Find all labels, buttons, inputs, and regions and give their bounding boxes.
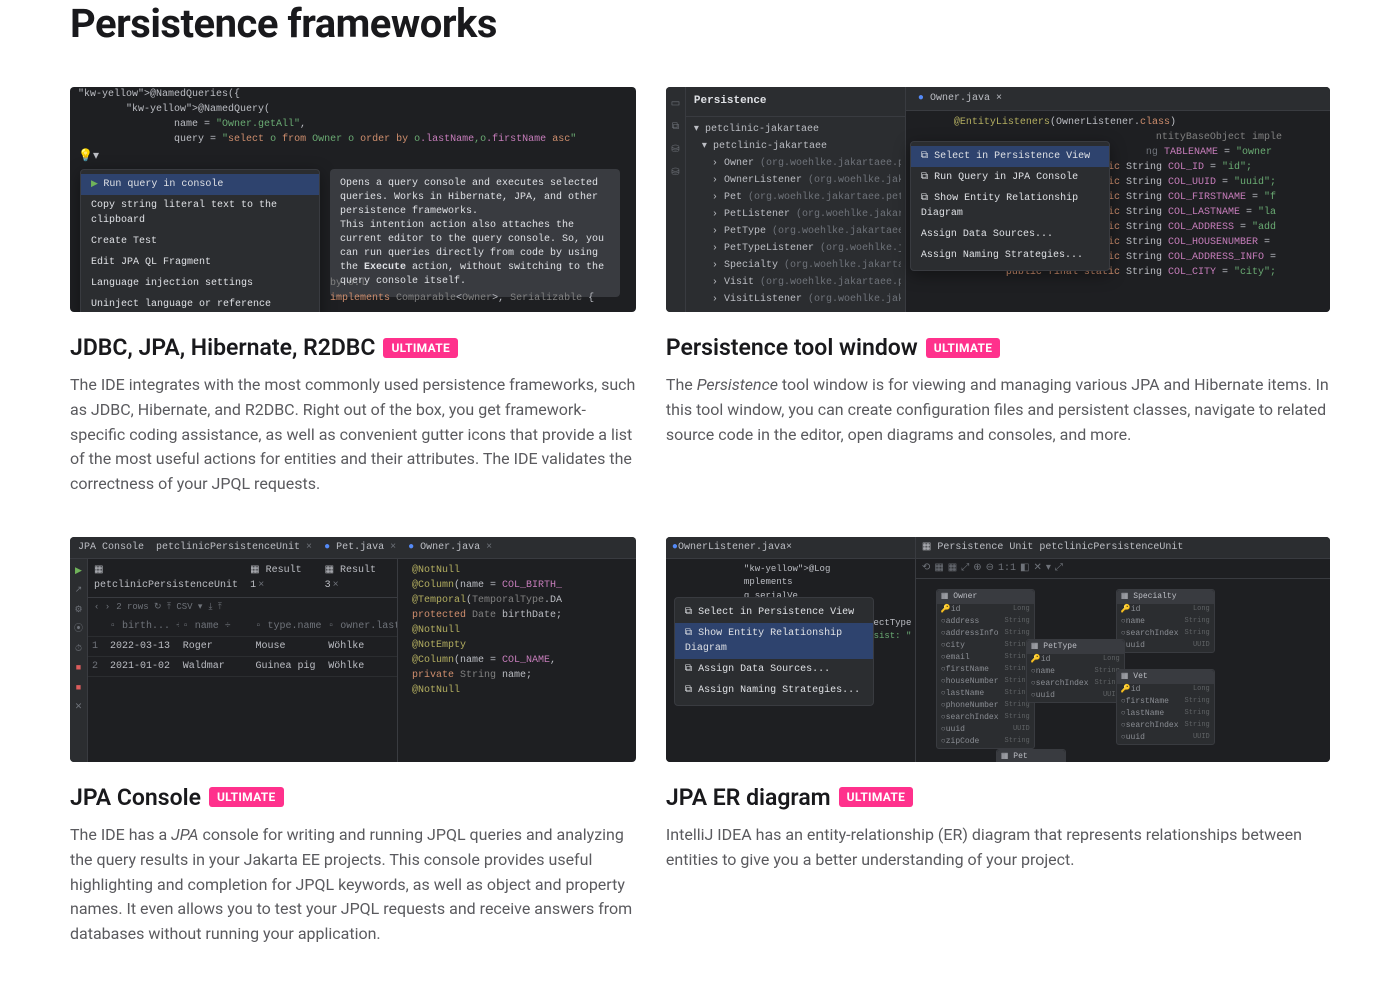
tool-window-bar: ▭⧉⛁⛁ [666, 87, 686, 312]
thumb-persistence: ▭⧉⛁⛁ Persistence ▾ petclinic-jakartaee ▾… [666, 87, 1330, 312]
tree-node[interactable]: › PetTypeListener (org.woehlke.jaka [690, 240, 901, 257]
tree-node[interactable]: ▾ petclinic-jakartaee [690, 121, 901, 138]
entity-box[interactable]: ▦ PetType🔑idLong○nameString○searchIndexS… [1026, 639, 1125, 703]
section-title: Persistence frameworks [70, 0, 1330, 47]
toolbar-button[interactable]: ▦ [934, 561, 943, 576]
intention-menu: Run query in consoleCopy string literal … [80, 169, 320, 312]
feature-grid: "kw-yellow">@NamedQueries({ "kw-yellow">… [70, 87, 1330, 947]
result-tab[interactable]: ▦ petclinicPersistenceUnit [94, 563, 242, 593]
entity-box[interactable]: ▦ Owner🔑idLong○addressString○addressInfo… [936, 589, 1035, 749]
code-tail: by o.l implements Comparable<Owner>, Ser… [330, 276, 628, 306]
run-sidebar: ▶↗⚙⦿⏱■■✕ [70, 559, 88, 762]
context-item[interactable]: ⧉ Run Query in JPA Console [911, 167, 1109, 188]
menu-item[interactable]: Edit JPA QL Fragment [81, 252, 319, 273]
feature-card-jpa-console: JPA Console petclinicPersistenceUnit × ● P… [70, 537, 636, 947]
menu-item[interactable]: Create Test [81, 231, 319, 252]
tree-node[interactable]: › OwnerListener (org.woehlke.jakar [690, 172, 901, 189]
table-row[interactable]: 12022-03-13RogerMouseWöhlke [88, 637, 397, 657]
table-row[interactable]: 22021-01-02WaldmarGuinea pigWöhlke [88, 657, 397, 677]
persistence-panel: Persistence ▾ petclinic-jakartaee ▾ petc… [686, 87, 906, 312]
context-item[interactable]: ⧉ Assign Data Sources... [675, 659, 873, 680]
menu-item[interactable]: Language injection settings [81, 273, 319, 294]
tree-node[interactable]: › VisitListener (org.woehlke.jakart [690, 291, 901, 308]
entity-box[interactable]: ▦ Specialty🔑idLong○nameString○searchInde… [1116, 589, 1215, 653]
editor-code: @NotNull@Column(name = COL_BIRTH_@Tempor… [398, 559, 636, 762]
card-desc: The IDE has a JPA console for writing an… [70, 823, 636, 947]
tree-node[interactable]: › Owner (org.woehlke.jakartaee.petcli [690, 155, 901, 172]
context-item[interactable]: Assign Naming Strategies... [911, 245, 1109, 266]
ultimate-badge: ULTIMATE [383, 338, 458, 358]
toolbar-button[interactable]: ⤢ [961, 561, 969, 576]
context-item[interactable]: ⧉ Show Entity Relationship Diagram [675, 623, 873, 659]
card-title: JPA Console [70, 784, 201, 811]
toolbar-button[interactable]: ⊕ [973, 561, 981, 576]
toolbar-button[interactable]: ▦ [948, 561, 957, 576]
thumb-er-diagram: ● OwnerListener.java × "kw-yellow">@Logm… [666, 537, 1330, 762]
toolbar-button[interactable]: ⟲ [922, 561, 930, 576]
card-title: JPA ER diagram [666, 784, 831, 811]
panel-title: Persistence [686, 87, 905, 117]
ultimate-badge: ULTIMATE [839, 787, 914, 807]
ultimate-badge: ULTIMATE [209, 787, 284, 807]
editor-tab[interactable]: ● Pet.java × [324, 540, 396, 555]
context-item[interactable]: ⧉ Select in Persistence View [911, 146, 1109, 167]
diagram-toolbar: ⟲ ▦ ▦ ⤢ ⊕ ⊖ 1:1 ◧ ✕ ▾ ⤢ [916, 559, 1330, 579]
intention-bulb-icon: 💡▾ [78, 147, 99, 165]
context-item[interactable]: Assign Data Sources... [911, 224, 1109, 245]
card-desc: The IDE integrates with the most commonl… [70, 373, 636, 497]
card-title: JDBC, JPA, Hibernate, R2DBC [70, 334, 375, 361]
toolbar-button[interactable]: ⤢ [1055, 561, 1063, 576]
result-tab[interactable]: ▦ Result 1× [250, 563, 316, 593]
editor-tab: ● Owner.java × [912, 91, 1008, 106]
card-title: Persistence tool window [666, 334, 918, 361]
context-item[interactable]: ⧉ Show Entity Relationship Diagram [911, 188, 1109, 224]
editor-left: ● OwnerListener.java × "kw-yellow">@Logm… [666, 537, 916, 762]
toolbar-button[interactable]: 1:1 [998, 561, 1016, 576]
diagram-panel: ▦ Persistence Unit petclinicPersistenceU… [916, 537, 1330, 762]
result-tab[interactable]: ▦ Result 3× [325, 563, 391, 593]
results-toolbar: ‹ › 2 rows ↻ ⤒ CSV ▾ ⤓ ⤒ [88, 598, 397, 618]
entity-box[interactable]: ▦ Vet🔑idLong○firstNameString○lastNameStr… [1116, 669, 1215, 745]
tree-node[interactable]: › Specialty (org.woehlke.jakartaee.p [690, 257, 901, 274]
feature-card-jdbc: "kw-yellow">@NamedQueries({ "kw-yellow">… [70, 87, 636, 497]
menu-item[interactable]: Copy string literal text to the clipboar… [81, 195, 319, 231]
tree-node[interactable]: › Visit (org.woehlke.jakartaee.petcli [690, 274, 901, 291]
tree-node[interactable]: › PetListener (org.woehlke.jakart [690, 206, 901, 223]
tree-node[interactable]: › Pet (org.woehlke.jakartaee.petclin [690, 189, 901, 206]
results-panel: ▦ petclinicPersistenceUnit ▦ Result 1× ▦ R… [88, 559, 398, 762]
editor-tab[interactable]: petclinicPersistenceUnit × [156, 540, 312, 555]
diagram-context-menu: ⧉ Select in Persistence View⧉ Show Entit… [674, 597, 874, 706]
tree-node[interactable]: ▾ petclinic-jakartaee [690, 138, 901, 155]
toolbar-button[interactable]: ⊖ [986, 561, 994, 576]
toolbar-button[interactable]: ✕ [1033, 561, 1041, 576]
tree-node[interactable]: › PetType (org.woehlke.jakartaee.pe [690, 223, 901, 240]
toolbar-button[interactable]: ▾ [1046, 561, 1051, 576]
feature-card-er-diagram: ● OwnerListener.java × "kw-yellow">@Logm… [666, 537, 1330, 947]
entity-box[interactable]: ▦ Pet [996, 749, 1066, 762]
card-desc: The Persistence tool window is for viewi… [666, 373, 1330, 447]
editor-tabs: JPA Console petclinicPersistenceUnit × ● P… [70, 537, 636, 559]
menu-item[interactable]: Uninject language or reference [81, 294, 319, 312]
menu-item[interactable]: Run query in console [81, 174, 319, 195]
ultimate-badge: ULTIMATE [926, 338, 1001, 358]
thumb-jpa-console: JPA Console petclinicPersistenceUnit × ● P… [70, 537, 636, 762]
context-item[interactable]: ⧉ Select in Persistence View [675, 602, 873, 623]
editor-panel: ● Owner.java × @EntityListeners(OwnerLis… [906, 87, 1330, 312]
feature-card-persistence-window: ▭⧉⛁⛁ Persistence ▾ petclinic-jakartaee ▾… [666, 87, 1330, 497]
thumb-jdbc: "kw-yellow">@NamedQueries({ "kw-yellow">… [70, 87, 636, 312]
context-item[interactable]: ⧉ Assign Naming Strategies... [675, 680, 873, 701]
toolbar-button[interactable]: ◧ [1020, 561, 1029, 576]
editor-tab[interactable]: JPA Console [78, 540, 144, 555]
editor-tab[interactable]: ● Owner.java × [408, 540, 492, 555]
card-desc: IntelliJ IDEA has an entity-relationship… [666, 823, 1330, 873]
persistence-context-menu: ⧉ Select in Persistence View⧉ Run Query … [910, 141, 1110, 271]
